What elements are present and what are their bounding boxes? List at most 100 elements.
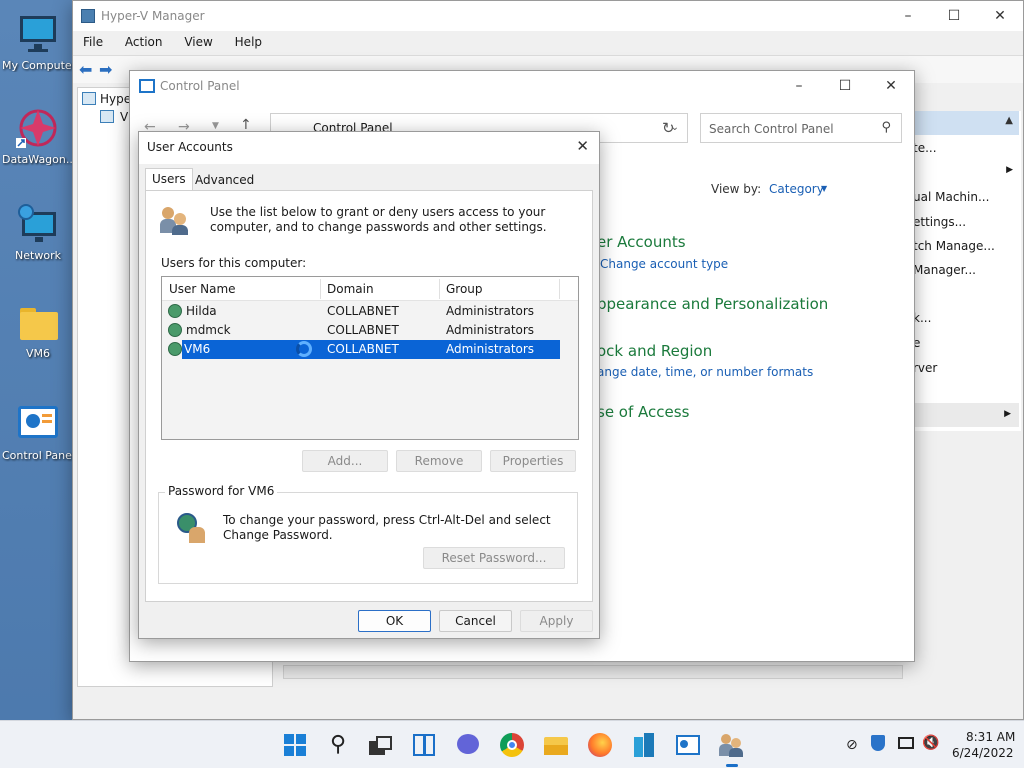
maximize-button[interactable]: ☐ bbox=[931, 1, 977, 31]
properties-button[interactable]: Properties bbox=[490, 450, 576, 472]
control-panel-titlebar[interactable]: Control Panel – ☐ ✕ bbox=[130, 71, 914, 101]
search-icon[interactable]: ⚲ bbox=[881, 120, 891, 135]
windows-start-icon[interactable] bbox=[281, 731, 309, 759]
menu-view[interactable]: View bbox=[184, 35, 212, 49]
minimize-button[interactable]: – bbox=[776, 71, 822, 101]
server-icon bbox=[82, 92, 96, 105]
maximize-button[interactable]: ☐ bbox=[822, 71, 868, 101]
apply-button[interactable]: Apply bbox=[520, 610, 593, 632]
control-panel-taskbar-icon[interactable] bbox=[674, 731, 702, 759]
shield-icon[interactable] bbox=[871, 735, 885, 751]
view-by-dropdown[interactable]: Category bbox=[769, 182, 824, 196]
user-group: Administrators bbox=[446, 323, 535, 337]
actions-header[interactable]: ▲ bbox=[909, 111, 1019, 135]
tab-users-label: Users bbox=[152, 172, 186, 186]
buildings-app-icon[interactable] bbox=[630, 731, 658, 759]
datawagon-logo-icon bbox=[16, 106, 60, 150]
add-button[interactable]: Add... bbox=[302, 450, 388, 472]
menu-help[interactable]: Help bbox=[235, 35, 262, 49]
action-item[interactable]: ual Machin... bbox=[913, 190, 989, 204]
file-explorer-icon[interactable] bbox=[542, 731, 570, 759]
folder-icon bbox=[16, 300, 60, 344]
intro-text: Use the list below to grant or deny user… bbox=[210, 205, 547, 234]
users-listview[interactable]: User Name Domain Group Hilda COLLABNET A… bbox=[161, 276, 579, 440]
minimize-button[interactable]: – bbox=[885, 1, 931, 31]
ease-of-access-link[interactable]: se of Access bbox=[597, 403, 689, 421]
clock-time[interactable]: 8:31 AM bbox=[966, 730, 1015, 744]
table-row[interactable]: mdmck COLLABNET Administrators bbox=[164, 321, 560, 340]
firefox-icon[interactable] bbox=[586, 731, 614, 759]
search-icon[interactable]: ⚲ bbox=[324, 731, 352, 759]
forward-arrow-icon[interactable]: ➡ bbox=[99, 60, 112, 79]
dialog-titlebar[interactable]: User Accounts ✕ bbox=[139, 132, 599, 164]
network-icon bbox=[16, 202, 60, 246]
actions-subheader[interactable]: ▶ bbox=[909, 403, 1019, 427]
search-placeholder: Search Control Panel bbox=[709, 122, 834, 136]
hyperv-menubar: File Action View Help bbox=[83, 35, 983, 53]
user-accounts-dialog: User Accounts ✕ Users Advanced Use the l… bbox=[138, 131, 600, 639]
reset-password-button[interactable]: Reset Password... bbox=[423, 547, 565, 569]
user-globe-icon bbox=[168, 323, 182, 337]
change-account-type-link[interactable]: Change account type bbox=[600, 257, 728, 271]
refresh-icon[interactable]: ↻ bbox=[662, 119, 675, 137]
column-header-group[interactable]: Group bbox=[446, 282, 483, 296]
user-accounts-taskbar-icon[interactable] bbox=[718, 731, 746, 759]
user-domain: COLLABNET bbox=[327, 304, 399, 318]
ok-button[interactable]: OK bbox=[358, 610, 431, 632]
search-box[interactable]: Search Control Panel ⚲ bbox=[700, 113, 902, 143]
close-icon[interactable]: ✕ bbox=[576, 137, 589, 155]
desktop-icon-vm6[interactable]: VM6 bbox=[2, 300, 74, 360]
hyperv-title: Hyper-V Manager bbox=[101, 9, 205, 23]
menu-file[interactable]: File bbox=[83, 35, 103, 49]
tab-advanced[interactable]: Advanced bbox=[189, 170, 260, 192]
table-row-selected[interactable]: VM6 COLLABNET Administrators bbox=[182, 340, 560, 359]
column-header-domain[interactable]: Domain bbox=[327, 282, 374, 296]
appearance-link[interactable]: ppearance and Personalization bbox=[597, 295, 828, 313]
password-groupbox: Password for VM6 To change your password… bbox=[158, 484, 578, 584]
user-accounts-link[interactable]: er Accounts bbox=[597, 233, 686, 251]
user-globe-icon bbox=[168, 304, 182, 318]
close-button[interactable]: ✕ bbox=[977, 1, 1023, 31]
action-item[interactable]: Manager... bbox=[913, 263, 976, 277]
user-name: mdmck bbox=[186, 323, 231, 337]
column-header-name[interactable]: User Name bbox=[169, 282, 236, 296]
back-arrow-icon[interactable]: ⬅ bbox=[79, 60, 92, 79]
action-item[interactable]: k... bbox=[913, 311, 931, 325]
desktop-icon-control-panel[interactable]: Control Panel bbox=[2, 402, 74, 462]
desktop-icon-network[interactable]: Network bbox=[2, 202, 74, 262]
close-button[interactable]: ✕ bbox=[868, 71, 914, 101]
action-item[interactable]: tch Manage... bbox=[913, 239, 995, 253]
action-item[interactable]: te... bbox=[913, 141, 937, 155]
user-domain: COLLABNET bbox=[327, 342, 399, 356]
display-icon[interactable] bbox=[898, 737, 914, 749]
action-item[interactable]: ettings... bbox=[913, 215, 966, 229]
users-icon bbox=[160, 205, 190, 235]
desktop-icon-my-computer[interactable]: My Computer bbox=[2, 12, 74, 72]
collapse-up-icon[interactable]: ▲ bbox=[1005, 115, 1013, 126]
users-tab-panel: Use the list below to grant or deny user… bbox=[145, 190, 593, 602]
chat-icon[interactable] bbox=[454, 731, 482, 759]
clock-region-link[interactable]: ock and Region bbox=[597, 342, 712, 360]
remove-button[interactable]: Remove bbox=[396, 450, 482, 472]
chrome-icon[interactable] bbox=[498, 731, 526, 759]
hyperv-titlebar[interactable]: Hyper-V Manager – ☐ ✕ bbox=[73, 1, 1023, 31]
tab-users[interactable]: Users bbox=[145, 168, 193, 191]
chevron-down-icon[interactable]: ▼ bbox=[821, 184, 827, 193]
password-group-title: Password for VM6 bbox=[165, 484, 278, 498]
desktop-icon-datawagon[interactable]: DataWagon... bbox=[2, 106, 74, 166]
password-instructions: To change your password, press Ctrl-Alt-… bbox=[223, 513, 551, 542]
dialog-title: User Accounts bbox=[147, 140, 233, 154]
table-row[interactable]: Hilda COLLABNET Administrators bbox=[164, 302, 560, 321]
menu-action[interactable]: Action bbox=[125, 35, 163, 49]
widgets-icon[interactable] bbox=[410, 731, 438, 759]
hyperv-scrollbar[interactable] bbox=[283, 665, 903, 679]
task-view-icon[interactable] bbox=[366, 731, 394, 759]
volume-muted-icon[interactable]: 🔇 bbox=[922, 735, 939, 751]
change-date-link[interactable]: ange date, time, or number formats bbox=[597, 365, 813, 379]
cancel-button[interactable]: Cancel bbox=[439, 610, 512, 632]
chevron-down-icon[interactable]: ▼ bbox=[212, 121, 219, 131]
action-item[interactable]: rver bbox=[913, 361, 937, 375]
network-disconnected-icon[interactable]: ⊘ bbox=[846, 737, 858, 753]
control-panel-app-icon bbox=[139, 79, 155, 93]
clock-date[interactable]: 6/24/2022 bbox=[952, 746, 1014, 760]
